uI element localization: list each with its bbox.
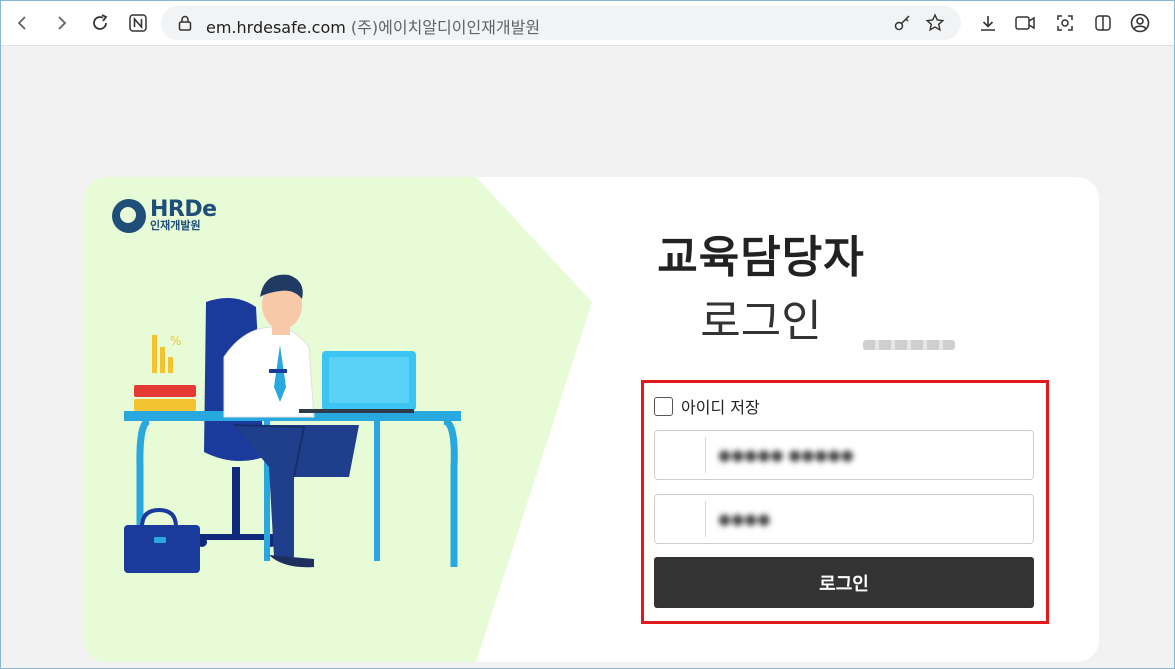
binder-red (134, 385, 196, 397)
login-button[interactable]: 로그인 (654, 557, 1034, 608)
id-value: ●●●●● ●●●●● (718, 446, 854, 464)
screenshot-icon[interactable] (1053, 11, 1077, 35)
login-subtitle: 로그인 (700, 296, 822, 347)
id-input[interactable]: ●●●●● ●●●●● (654, 430, 1034, 480)
address-bar[interactable]: em.hrdesafe.com (주)에이치알디이인재개발원 (161, 6, 961, 40)
laptop (299, 351, 416, 413)
back-icon[interactable] (11, 11, 35, 35)
profile-icon[interactable] (1128, 11, 1152, 35)
download-icon[interactable] (976, 11, 1000, 35)
url-text: em.hrdesafe.com (주)에이치알디이인재개발원 (206, 14, 540, 38)
id-field-separator (705, 437, 706, 473)
bookmark-star-icon[interactable] (923, 11, 947, 35)
site-info-icon[interactable] (173, 11, 197, 35)
browser-toolbar: em.hrdesafe.com (주)에이치알디이인재개발원 (1, 1, 1174, 46)
reload-icon[interactable] (88, 11, 112, 35)
blurred-caption (863, 340, 955, 350)
forward-icon[interactable] (49, 11, 73, 35)
password-field-separator (705, 501, 706, 537)
split-view-icon[interactable] (1091, 11, 1115, 35)
media-icon[interactable] (1013, 11, 1037, 35)
office-worker-illustration: % (124, 274, 461, 573)
password-value: ●●●● (718, 510, 771, 528)
chart-decoration-icon: % (152, 334, 181, 373)
save-id-checkbox-row[interactable]: 아이디 저장 (654, 394, 760, 418)
site-name: (주)에이치알디이인재개발원 (350, 18, 541, 37)
url-domain: em.hrdesafe.com (206, 18, 346, 37)
save-id-label: 아이디 저장 (681, 398, 760, 417)
page-content: HRDe 인재개발원 % 교육담당자 로그인 아이디 저장 ●●●●● ●●●●… (1, 46, 1173, 668)
key-icon[interactable] (891, 11, 915, 35)
password-input[interactable]: ●●●● (654, 494, 1034, 544)
binder-yellow (134, 399, 196, 411)
briefcase (124, 507, 200, 573)
svg-text:%: % (170, 334, 181, 348)
naver-icon[interactable] (126, 11, 150, 35)
login-title: 교육담당자 (657, 232, 865, 283)
save-id-checkbox[interactable] (654, 396, 673, 416)
